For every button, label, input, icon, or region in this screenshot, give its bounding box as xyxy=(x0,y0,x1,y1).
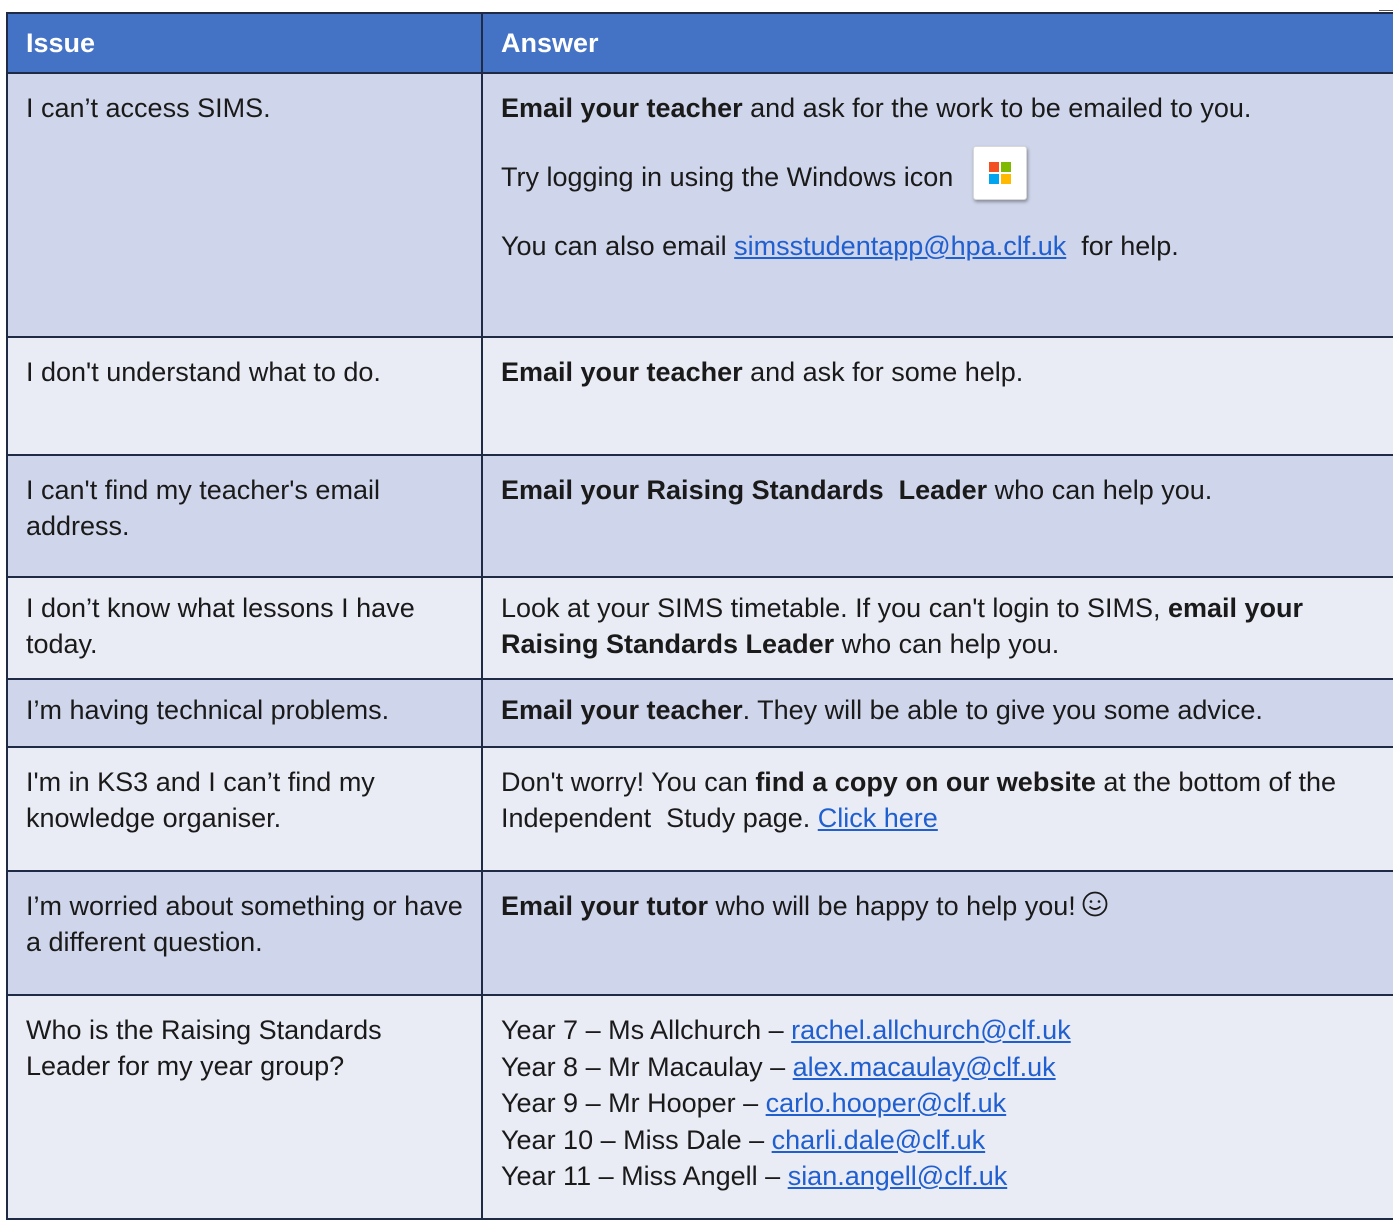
table-row: I don't understand what to do. Email you… xyxy=(6,336,1393,456)
answer-text: Don't worry! You can xyxy=(501,767,756,797)
issue-cell: I’m worried about something or have a di… xyxy=(6,870,483,996)
column-header-answer: Answer xyxy=(481,12,1393,74)
table-row: Who is the Raising Standards Leader for … xyxy=(6,994,1393,1220)
leader-email-link[interactable]: charli.dale@clf.uk xyxy=(772,1125,986,1155)
click-here-link[interactable]: Click here xyxy=(818,803,938,833)
leader-label: Year 9 – Mr Hooper – xyxy=(501,1088,766,1118)
table-row: I can't find my teacher's email address.… xyxy=(6,454,1393,578)
table-header-row: Issue Answer xyxy=(6,12,1393,74)
table-row: I can’t access SIMS. Email your teacher … xyxy=(6,72,1393,338)
list-item: Year 9 – Mr Hooper – carlo.hooper@clf.uk xyxy=(501,1085,1375,1122)
leader-label: Year 11 – Miss Angell – xyxy=(501,1161,788,1191)
table-row: I’m worried about something or have a di… xyxy=(6,870,1393,996)
leader-label: Year 10 – Miss Dale – xyxy=(501,1124,772,1155)
table-row: I don’t know what lessons I have today. … xyxy=(6,576,1393,680)
answer-line: Look at your SIMS timetable. If you can'… xyxy=(501,579,1375,662)
issue-text: I’m worried about something or have a di… xyxy=(26,891,463,957)
leader-list: Year 7 – Ms Allchurch – rachel.allchurch… xyxy=(501,997,1375,1195)
answer-line: Email your teacher and ask for some help… xyxy=(501,339,1375,390)
answer-line: Email your Raising Standards Leader who … xyxy=(501,457,1375,508)
answer-bold-text: Email your teacher xyxy=(501,695,743,725)
answer-bold-text: Email your teacher xyxy=(501,357,743,387)
issue-cell: I can’t access SIMS. xyxy=(6,72,483,338)
answer-text: and ask for the work to be emailed to yo… xyxy=(742,93,1252,123)
issue-text: I don't understand what to do. xyxy=(26,357,381,387)
answer-cell: Email your teacher and ask for the work … xyxy=(481,72,1393,338)
issue-cell: I don't understand what to do. xyxy=(6,336,483,456)
answer-text: for help. xyxy=(1066,231,1179,261)
answer-text: who can help you. xyxy=(987,475,1213,505)
issue-text: I can't find my teacher's email address. xyxy=(26,475,380,541)
issue-cell: I don’t know what lessons I have today. xyxy=(6,576,483,680)
answer-bold-text: Email your tutor xyxy=(501,891,709,921)
answer-cell: Year 7 – Ms Allchurch – rachel.allchurch… xyxy=(481,994,1393,1220)
leader-email-link[interactable]: alex.macaulay@clf.uk xyxy=(793,1052,1056,1082)
answer-bold-text: find a copy on our website xyxy=(755,767,1096,797)
answer-line: Don't worry! You can find a copy on our … xyxy=(501,749,1375,836)
answer-text: Look at your SIMS timetable. If you can'… xyxy=(501,593,1168,623)
issue-cell: Who is the Raising Standards Leader for … xyxy=(6,994,483,1220)
answer-cell: Email your teacher. They will be able to… xyxy=(481,678,1393,748)
answer-cell: Email your tutor who will be happy to he… xyxy=(481,870,1393,996)
issue-text: I’m having technical problems. xyxy=(26,695,390,725)
column-header-issue: Issue xyxy=(6,12,483,74)
issue-text: I'm in KS3 and I can’t find my knowledge… xyxy=(26,767,375,833)
email-link[interactable]: simsstudentapp@hpa.clf.uk xyxy=(734,231,1066,261)
issue-cell: I can't find my teacher's email address. xyxy=(6,454,483,578)
answer-cell: Email your Raising Standards Leader who … xyxy=(481,454,1393,578)
answer-line: Email your tutor who will be happy to he… xyxy=(501,873,1375,924)
answer-bold-text: Email your Raising Standards Leader xyxy=(501,475,988,505)
table-row: I’m having technical problems. Email you… xyxy=(6,678,1393,748)
answer-line: Try logging in using the Windows icon xyxy=(501,146,1375,206)
issue-text: I can’t access SIMS. xyxy=(26,93,271,123)
leader-label: Year 8 – Mr Macaulay – xyxy=(501,1051,793,1082)
answer-text: who will be happy to help you! xyxy=(708,891,1076,921)
answer-text: who can help you. xyxy=(834,629,1060,659)
leader-email-link[interactable]: sian.angell@clf.uk xyxy=(788,1161,1008,1191)
issue-cell: I'm in KS3 and I can’t find my knowledge… xyxy=(6,746,483,872)
list-item: Year 8 – Mr Macaulay – alex.macaulay@clf… xyxy=(501,1049,1375,1086)
answer-cell: Email your teacher and ask for some help… xyxy=(481,336,1393,456)
answer-cell: Look at your SIMS timetable. If you can'… xyxy=(481,576,1393,680)
smiley-face-icon xyxy=(1082,891,1108,917)
windows-logo-icon[interactable] xyxy=(973,146,1028,200)
answer-text: Try logging in using the Windows icon xyxy=(501,162,954,193)
leader-label: Year 7 – Ms Allchurch – xyxy=(501,1015,792,1045)
answer-cell: Don't worry! You can find a copy on our … xyxy=(481,746,1393,872)
issue-text: I don’t know what lessons I have today. xyxy=(26,593,415,659)
corner-mark xyxy=(1379,0,1393,11)
table-row: I'm in KS3 and I can’t find my knowledge… xyxy=(6,746,1393,872)
list-item: Year 10 – Miss Dale – charli.dale@clf.uk xyxy=(501,1122,1375,1159)
answer-line: Email your teacher and ask for the work … xyxy=(501,75,1375,126)
faq-table: Issue Answer I can’t access SIMS. Email … xyxy=(6,12,1393,1220)
list-item: Year 11 – Miss Angell – sian.angell@clf.… xyxy=(501,1158,1375,1195)
answer-text: . They will be able to give you some adv… xyxy=(742,695,1263,725)
answer-bold-text: Email your teacher xyxy=(501,93,743,123)
leader-email-link[interactable]: rachel.allchurch@clf.uk xyxy=(791,1015,1071,1045)
answer-line: You can also email simsstudentapp@hpa.cl… xyxy=(501,228,1375,264)
list-item: Year 7 – Ms Allchurch – rachel.allchurch… xyxy=(501,1012,1375,1049)
issue-text: Who is the Raising Standards Leader for … xyxy=(26,1015,382,1081)
answer-line: Email your teacher. They will be able to… xyxy=(501,681,1375,728)
answer-text: and ask for some help. xyxy=(742,357,1024,387)
leader-email-link[interactable]: carlo.hooper@clf.uk xyxy=(766,1088,1007,1118)
answer-text: You can also email xyxy=(501,231,735,261)
issue-cell: I’m having technical problems. xyxy=(6,678,483,748)
